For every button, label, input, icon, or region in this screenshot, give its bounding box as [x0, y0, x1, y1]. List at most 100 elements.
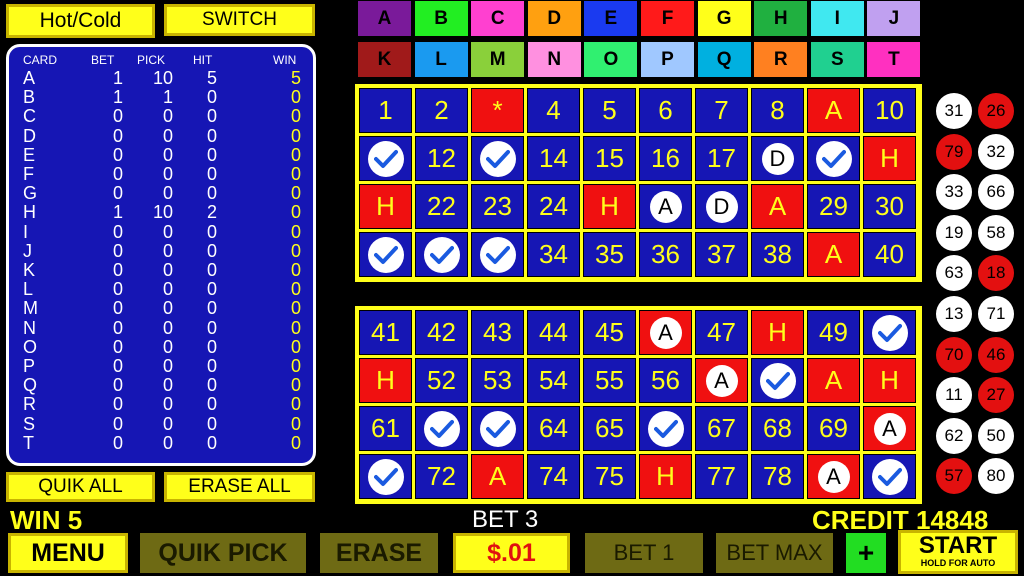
- bet-max-button[interactable]: BET MAX: [716, 533, 833, 573]
- card-tab-o[interactable]: O: [583, 41, 639, 78]
- board-spot[interactable]: 72: [415, 454, 468, 499]
- card-tab-g[interactable]: G: [696, 0, 752, 37]
- board-spot[interactable]: 65: [583, 406, 636, 451]
- erase-all-button[interactable]: ERASE ALL: [164, 472, 315, 502]
- board-spot[interactable]: A: [751, 184, 804, 229]
- selected-spot[interactable]: [415, 232, 468, 277]
- board-spot[interactable]: 75: [583, 454, 636, 499]
- marked-spot[interactable]: D: [751, 136, 804, 181]
- board-spot[interactable]: 22: [415, 184, 468, 229]
- board-spot[interactable]: 30: [863, 184, 916, 229]
- board-spot[interactable]: 8: [751, 88, 804, 133]
- card-tab-a[interactable]: A: [357, 0, 412, 37]
- selected-spot[interactable]: [807, 136, 860, 181]
- board-spot[interactable]: 53: [471, 358, 524, 403]
- board-spot[interactable]: 29: [807, 184, 860, 229]
- board-spot[interactable]: A: [807, 358, 860, 403]
- board-spot[interactable]: 49: [807, 310, 860, 355]
- board-spot[interactable]: 45: [583, 310, 636, 355]
- board-spot[interactable]: 43: [471, 310, 524, 355]
- marked-spot[interactable]: A: [695, 358, 748, 403]
- board-spot[interactable]: 41: [359, 310, 412, 355]
- board-spot[interactable]: 1: [359, 88, 412, 133]
- selected-spot[interactable]: [359, 454, 412, 499]
- board-spot[interactable]: 69: [807, 406, 860, 451]
- board-spot[interactable]: 40: [863, 232, 916, 277]
- board-spot[interactable]: H: [359, 184, 412, 229]
- selected-spot[interactable]: [471, 232, 524, 277]
- board-spot[interactable]: H: [639, 454, 692, 499]
- erase-button[interactable]: ERASE: [320, 533, 438, 573]
- selected-spot[interactable]: [863, 310, 916, 355]
- board-spot[interactable]: A: [807, 232, 860, 277]
- board-spot[interactable]: 16: [639, 136, 692, 181]
- board-spot[interactable]: 14: [527, 136, 580, 181]
- marked-spot[interactable]: A: [863, 406, 916, 451]
- card-tab-r[interactable]: R: [753, 41, 809, 78]
- board-spot[interactable]: A: [807, 88, 860, 133]
- board-spot[interactable]: 67: [695, 406, 748, 451]
- card-tab-e[interactable]: E: [583, 0, 639, 37]
- board-spot[interactable]: 17: [695, 136, 748, 181]
- board-spot[interactable]: 54: [527, 358, 580, 403]
- board-spot[interactable]: 35: [583, 232, 636, 277]
- card-tab-k[interactable]: K: [357, 41, 412, 78]
- board-spot[interactable]: H: [751, 310, 804, 355]
- board-spot[interactable]: 68: [751, 406, 804, 451]
- card-tab-m[interactable]: M: [470, 41, 526, 78]
- board-spot[interactable]: H: [583, 184, 636, 229]
- board-spot[interactable]: 52: [415, 358, 468, 403]
- card-tab-p[interactable]: P: [640, 41, 695, 78]
- board-spot[interactable]: 37: [695, 232, 748, 277]
- card-tab-t[interactable]: T: [866, 41, 922, 78]
- board-spot[interactable]: 78: [751, 454, 804, 499]
- board-spot[interactable]: H: [863, 136, 916, 181]
- selected-spot[interactable]: [359, 136, 412, 181]
- board-spot[interactable]: 36: [639, 232, 692, 277]
- start-button[interactable]: START HOLD FOR AUTO: [898, 530, 1018, 574]
- card-tab-n[interactable]: N: [526, 41, 582, 78]
- card-tab-s[interactable]: S: [809, 41, 865, 78]
- board-spot[interactable]: 5: [583, 88, 636, 133]
- card-tab-h[interactable]: H: [753, 0, 809, 37]
- selected-spot[interactable]: [751, 358, 804, 403]
- board-spot[interactable]: 64: [527, 406, 580, 451]
- board-spot[interactable]: 10: [863, 88, 916, 133]
- board-spot[interactable]: 47: [695, 310, 748, 355]
- plus-button[interactable]: +: [846, 533, 886, 573]
- switch-button[interactable]: SWITCH: [164, 4, 315, 36]
- board-spot[interactable]: 34: [527, 232, 580, 277]
- board-spot[interactable]: 23: [471, 184, 524, 229]
- marked-spot[interactable]: D: [695, 184, 748, 229]
- quik-all-button[interactable]: QUIK ALL: [6, 472, 155, 502]
- card-tab-b[interactable]: B: [413, 0, 469, 37]
- selected-spot[interactable]: [471, 406, 524, 451]
- board-spot[interactable]: 12: [415, 136, 468, 181]
- card-tab-l[interactable]: L: [413, 41, 469, 78]
- denomination-button[interactable]: $.01: [453, 533, 570, 573]
- marked-spot[interactable]: A: [639, 310, 692, 355]
- quik-pick-button[interactable]: QUIK PICK: [140, 533, 306, 573]
- board-spot[interactable]: H: [863, 358, 916, 403]
- menu-button[interactable]: MENU: [8, 533, 128, 573]
- board-spot[interactable]: A: [471, 454, 524, 499]
- card-tab-f[interactable]: F: [640, 0, 695, 37]
- board-spot[interactable]: 6: [639, 88, 692, 133]
- board-spot[interactable]: 38: [751, 232, 804, 277]
- card-tab-q[interactable]: Q: [696, 41, 752, 78]
- board-spot[interactable]: 2: [415, 88, 468, 133]
- bet-one-button[interactable]: BET 1: [585, 533, 703, 573]
- board-spot[interactable]: 24: [527, 184, 580, 229]
- selected-spot[interactable]: [415, 406, 468, 451]
- marked-spot[interactable]: A: [807, 454, 860, 499]
- board-spot[interactable]: 77: [695, 454, 748, 499]
- board-spot[interactable]: 7: [695, 88, 748, 133]
- board-spot[interactable]: 4: [527, 88, 580, 133]
- board-spot[interactable]: 55: [583, 358, 636, 403]
- selected-spot[interactable]: [639, 406, 692, 451]
- board-spot[interactable]: 56: [639, 358, 692, 403]
- selected-spot[interactable]: [471, 136, 524, 181]
- card-tab-i[interactable]: I: [809, 0, 865, 37]
- selected-spot[interactable]: [863, 454, 916, 499]
- board-spot[interactable]: H: [359, 358, 412, 403]
